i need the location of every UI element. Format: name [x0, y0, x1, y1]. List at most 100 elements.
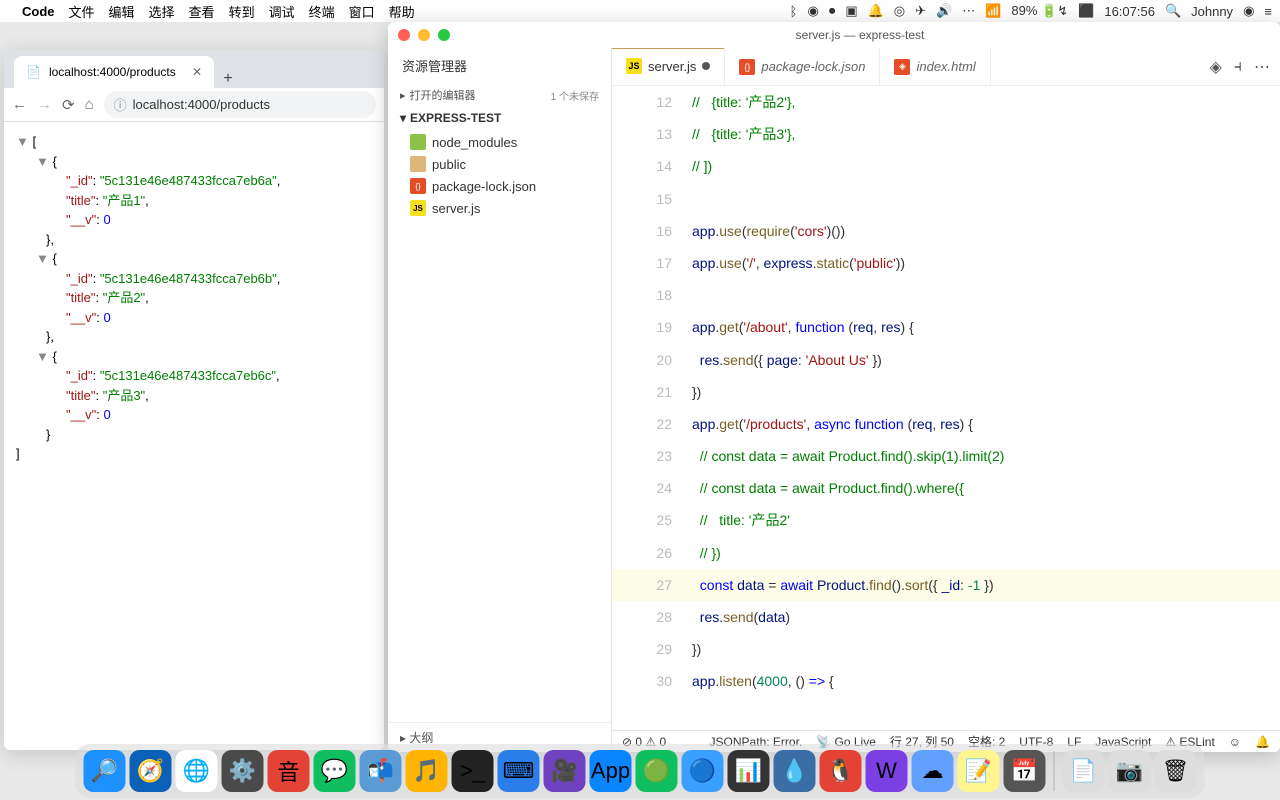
code-editor[interactable]: 12// {title: '产品2'},13// {title: '产品3'},… [612, 86, 1280, 730]
menubar-notifications-icon[interactable]: ≡ [1264, 4, 1272, 19]
menubar-siri-icon[interactable]: ◉ [1243, 3, 1254, 19]
code-line[interactable]: 25 // title: '产品2' [612, 504, 1280, 536]
file-tree-item[interactable]: node_modules [388, 131, 611, 153]
dock-app[interactable]: 音 [268, 750, 310, 792]
chrome-tab[interactable]: 📄 localhost:4000/products ✕ [14, 56, 214, 88]
menu-item[interactable]: 文件 [69, 5, 95, 20]
dock-app[interactable]: 🎵 [406, 750, 448, 792]
menubar-send-icon[interactable]: ✈ [915, 3, 926, 19]
dock-app[interactable]: 🐧 [820, 750, 862, 792]
menubar-s-icon[interactable]: ⬛ [1078, 3, 1094, 19]
more-actions-icon[interactable]: ⋯ [1254, 57, 1270, 77]
menubar-search-icon[interactable]: 🔍 [1165, 3, 1181, 19]
menu-item[interactable]: 调试 [269, 5, 295, 20]
code-line[interactable]: 14// ]) [612, 150, 1280, 182]
dock-app[interactable]: 🧭 [130, 750, 172, 792]
editor-tab[interactable]: JSserver.js [612, 48, 725, 85]
home-button[interactable]: ⌂ [85, 96, 94, 113]
back-button[interactable]: ← [12, 96, 27, 113]
code-line[interactable]: 28 res.send(data) [612, 601, 1280, 633]
dock-app[interactable]: 🟢 [636, 750, 678, 792]
vscode-titlebar: server.js — express-test [388, 22, 1280, 48]
dock-app[interactable]: 🎥 [544, 750, 586, 792]
file-tree-item[interactable]: {}package-lock.json [388, 175, 611, 197]
file-tree-item[interactable]: public [388, 153, 611, 175]
menubar-bell-icon[interactable]: 🔔 [868, 3, 884, 19]
code-line[interactable]: 18 [612, 279, 1280, 311]
menubar-app-icon[interactable]: ▣ [845, 3, 857, 19]
menu-item[interactable]: 查看 [189, 5, 215, 20]
dock-app[interactable]: ⚙️ [222, 750, 264, 792]
close-window-button[interactable] [398, 29, 410, 41]
dock-app[interactable]: 🔎 [84, 750, 126, 792]
dock-item[interactable]: 📷 [1109, 750, 1151, 792]
code-line[interactable]: 13// {title: '产品3'}, [612, 118, 1280, 150]
dock-app[interactable]: 🔵 [682, 750, 724, 792]
code-line[interactable]: 26 // }) [612, 537, 1280, 569]
status-bell-icon[interactable]: 🔔 [1255, 735, 1270, 749]
code-line[interactable]: 30app.listen(4000, () => { [612, 665, 1280, 697]
dirty-indicator-icon [702, 62, 710, 70]
code-line[interactable]: 15 [612, 183, 1280, 215]
menu-item[interactable]: 选择 [149, 5, 175, 20]
dock-item[interactable]: 🗑 [1155, 750, 1197, 792]
dock-app[interactable]: 💧 [774, 750, 816, 792]
editor-tab[interactable]: ◈index.html [880, 48, 990, 85]
open-editors-section[interactable]: ▸ 打开的编辑器 1 个未保存 [388, 83, 611, 107]
code-line[interactable]: 27 const data = await Product.find().sor… [612, 569, 1280, 601]
reload-button[interactable]: ⟳ [62, 96, 75, 114]
code-line[interactable]: 16app.use(require('cors')()) [612, 215, 1280, 247]
code-line[interactable]: 22app.get('/products', async function (r… [612, 408, 1280, 440]
menubar-clock[interactable]: 16:07:56 [1104, 4, 1155, 19]
menubar-volume-icon[interactable]: 🔊 [936, 3, 952, 19]
dock-app[interactable]: 📅 [1004, 750, 1046, 792]
menubar-app2-icon[interactable]: ◎ [894, 3, 905, 19]
compare-icon[interactable]: ◈ [1210, 57, 1222, 77]
app-name[interactable]: Code [22, 4, 55, 19]
menubar-wifi-icon[interactable]: 📶 [985, 3, 1001, 19]
code-line[interactable]: 29}) [612, 633, 1280, 665]
dock-app[interactable]: App [590, 750, 632, 792]
status-feedback-icon[interactable]: ☺ [1229, 735, 1241, 749]
menubar-wechat-icon[interactable]: ◉ [807, 3, 818, 19]
code-line[interactable]: 20 res.send({ page: 'About Us' }) [612, 344, 1280, 376]
menu-item[interactable]: 转到 [229, 5, 255, 20]
menu-item[interactable]: 编辑 [109, 5, 135, 20]
tab-close-icon[interactable]: ✕ [192, 65, 202, 79]
dock-app[interactable]: ☁ [912, 750, 954, 792]
dock-app[interactable]: 📬 [360, 750, 402, 792]
dock-app[interactable]: 📝 [958, 750, 1000, 792]
menubar-bluetooth-icon[interactable]: ⋯ [962, 3, 975, 19]
menubar-bt-icon[interactable]: ᛒ [790, 4, 798, 19]
code-line[interactable]: 21}) [612, 376, 1280, 408]
code-line[interactable]: 23 // const data = await Product.find().… [612, 440, 1280, 472]
project-root[interactable]: ▾ EXPRESS-TEST [388, 107, 611, 129]
menubar-screenrec-icon[interactable]: ⏺ [829, 3, 836, 19]
forward-button[interactable]: → [37, 96, 52, 113]
split-editor-icon[interactable]: ⫞ [1234, 58, 1242, 76]
dock-app[interactable]: 📊 [728, 750, 770, 792]
menu-item[interactable]: 窗口 [349, 5, 375, 20]
dock-app[interactable]: W [866, 750, 908, 792]
code-line[interactable]: 12// {title: '产品2'}, [612, 86, 1280, 118]
dock-item[interactable]: 📄 [1063, 750, 1105, 792]
menu-item[interactable]: 帮助 [389, 5, 415, 20]
address-bar[interactable]: ⓘ localhost:4000/products [104, 91, 376, 118]
menu-item[interactable]: 终端 [309, 5, 335, 20]
tab-favicon: 📄 [26, 65, 41, 79]
dock-app[interactable]: 🌐 [176, 750, 218, 792]
dock-app[interactable]: >_ [452, 750, 494, 792]
dock-app[interactable]: 💬 [314, 750, 356, 792]
minimize-window-button[interactable] [418, 29, 430, 41]
file-tree-item[interactable]: JSserver.js [388, 197, 611, 219]
site-info-icon[interactable]: ⓘ [114, 95, 127, 114]
code-line[interactable]: 17app.use('/', express.static('public')) [612, 247, 1280, 279]
menubar-user[interactable]: Johnny [1191, 4, 1233, 19]
maximize-window-button[interactable] [438, 29, 450, 41]
new-tab-button[interactable]: + [214, 70, 242, 88]
menubar-battery[interactable]: 89% 🔋↯ [1011, 3, 1068, 19]
editor-tab[interactable]: {}package-lock.json [725, 48, 880, 85]
code-line[interactable]: 19app.get('/about', function (req, res) … [612, 311, 1280, 343]
code-line[interactable]: 24 // const data = await Product.find().… [612, 472, 1280, 504]
dock-app[interactable]: ⌨ [498, 750, 540, 792]
